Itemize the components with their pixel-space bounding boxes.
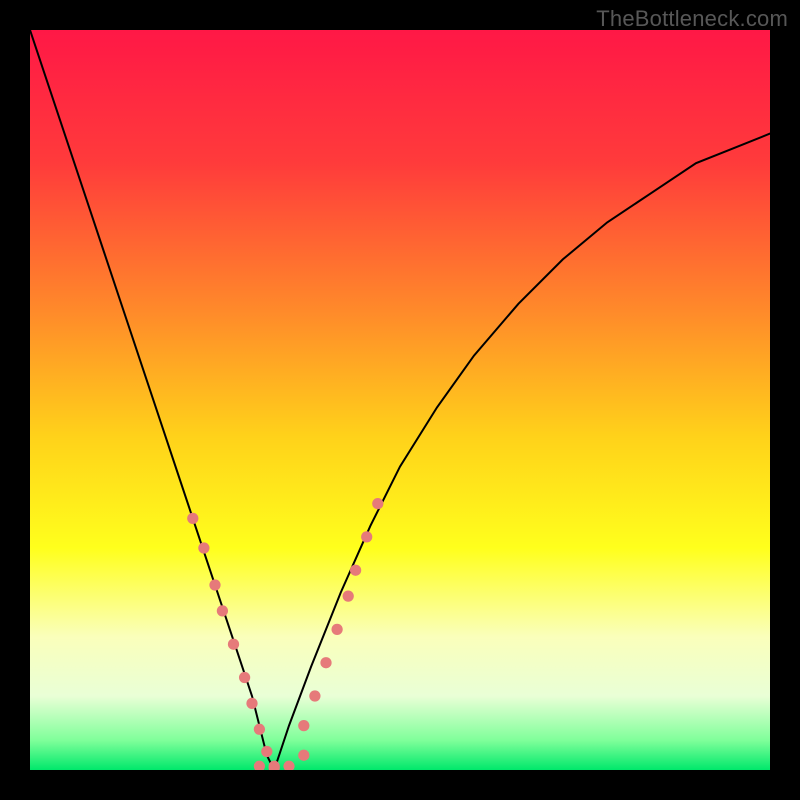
right-branch-dotted-overlay-dot (320, 657, 331, 668)
left-branch-dotted-overlay-dot (209, 579, 220, 590)
left-branch-dotted-overlay-dot (187, 513, 198, 524)
right-branch-dotted-overlay-dot (343, 590, 354, 601)
curve-layer (30, 30, 770, 770)
left-branch-dotted-overlay-dot (217, 605, 228, 616)
valley-dotted-overlay-dot (254, 761, 265, 770)
left-branch-dotted-overlay-dot (261, 746, 272, 757)
right-branch-dotted-overlay-dot (309, 690, 320, 701)
right-branch-dotted-overlay-dot (361, 531, 372, 542)
right-branch-dotted-overlay-dot (372, 498, 383, 509)
left-branch-dotted-overlay-dot (246, 698, 257, 709)
right-branch-main (274, 134, 770, 770)
chart-container: TheBottleneck.com (0, 0, 800, 800)
left-branch-main (30, 30, 274, 770)
valley-dotted-overlay-dot (298, 750, 309, 761)
valley-dotted-overlay-dot (283, 761, 294, 770)
right-branch-dotted-overlay-dot (350, 565, 361, 576)
left-branch-dotted-overlay-dot (198, 542, 209, 553)
right-branch-dotted-overlay-dot (331, 624, 342, 635)
left-branch-dotted-overlay-dot (228, 639, 239, 650)
plot-area (30, 30, 770, 770)
watermark-text: TheBottleneck.com (596, 6, 788, 32)
left-branch-dotted-overlay-dot (254, 724, 265, 735)
left-branch-dotted-overlay-dot (239, 672, 250, 683)
right-branch-dotted-overlay-dot (298, 720, 309, 731)
